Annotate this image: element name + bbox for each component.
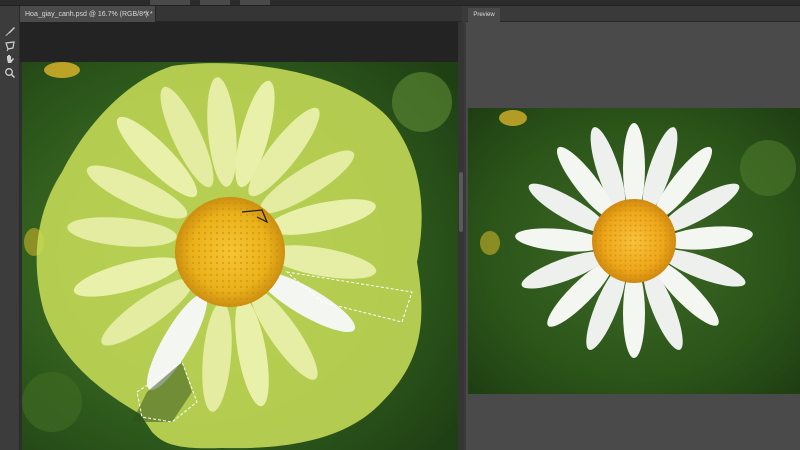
vertical-scrollbar[interactable] <box>458 22 464 450</box>
masked-flower-image <box>22 62 458 450</box>
document-tab-title: Hoa_giay_canh.psd @ 16.7% (RGB/8*) * <box>25 10 153 18</box>
canvas-pasteboard <box>20 22 462 62</box>
menu-bar-segment[interactable] <box>200 0 230 5</box>
preview-panel: Preview <box>466 6 800 450</box>
preview-tab-bar: Preview <box>466 6 800 22</box>
lasso-icon <box>5 40 15 51</box>
document-tab-bar: Hoa_giay_canh.psd @ 16.7% (RGB/8*) * × <box>20 6 462 22</box>
preview-image <box>468 108 800 394</box>
hand-icon <box>7 54 14 63</box>
tool-panel <box>0 6 20 450</box>
menu-bar-segment[interactable] <box>150 0 190 5</box>
zoom-icon <box>5 67 16 78</box>
daisy-preview-image <box>468 108 800 394</box>
brush-tool[interactable] <box>3 24 17 37</box>
tab-close-button[interactable]: × <box>142 9 152 19</box>
document-tab[interactable]: Hoa_giay_canh.psd @ 16.7% (RGB/8*) * × <box>20 6 156 22</box>
lasso-tool[interactable] <box>3 39 17 52</box>
tab-preview[interactable]: Preview <box>468 8 500 22</box>
hand-tool[interactable] <box>3 52 17 65</box>
menu-bar-segment[interactable] <box>240 0 270 5</box>
zoom-tool[interactable] <box>3 66 17 79</box>
scrollbar-thumb[interactable] <box>459 172 463 232</box>
preview-tab-label: Preview <box>473 12 495 18</box>
document-window: Hoa_giay_canh.psd @ 16.7% (RGB/8*) * × <box>20 6 462 450</box>
brush-icon <box>5 26 15 36</box>
edit-canvas[interactable] <box>22 62 458 450</box>
